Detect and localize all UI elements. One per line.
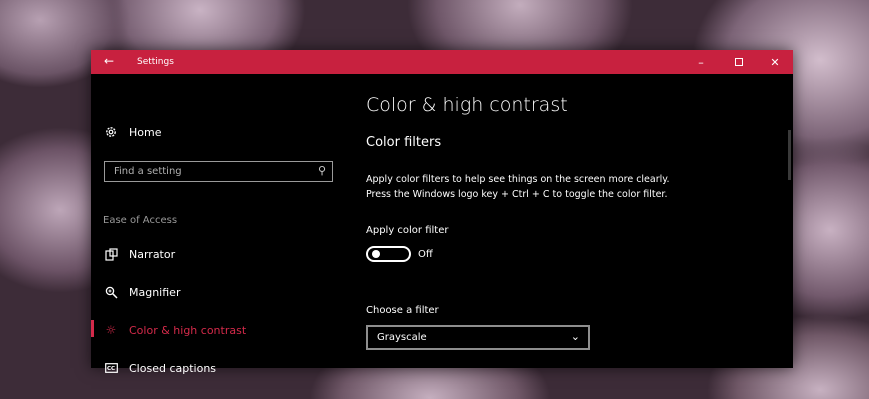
nav-item-label: Closed captions xyxy=(129,361,217,375)
magnifier-icon xyxy=(103,284,119,300)
apply-filter-label: Apply color filter xyxy=(366,225,449,236)
nav-item-magnifier[interactable]: Magnifier xyxy=(103,284,180,300)
narrator-icon xyxy=(103,246,119,262)
toggle-state-text: Off xyxy=(418,249,433,260)
settings-window: ← Settings – ✕ Home ⚲ Ease of Access Nar… xyxy=(91,50,793,375)
nav-item-color-high-contrast[interactable]: ☼ Color & high contrast xyxy=(103,322,247,338)
page-title: Color & high contrast xyxy=(366,94,568,116)
nav-item-label: Magnifier xyxy=(129,285,181,299)
sidebar: Home ⚲ Ease of Access Narrator Magnifier… xyxy=(91,74,351,375)
minimize-button[interactable]: – xyxy=(683,50,719,74)
description-line: Apply color filters to help see things o… xyxy=(366,174,670,185)
close-button[interactable]: ✕ xyxy=(757,50,793,74)
chevron-down-icon: ⌄ xyxy=(570,330,580,343)
nav-item-narrator[interactable]: Narrator xyxy=(103,246,175,262)
color-filter-toggle[interactable] xyxy=(366,246,411,262)
description-line: Press the Windows logo key + Ctrl + C to… xyxy=(366,189,668,200)
section-heading: Color filters xyxy=(366,135,442,150)
filter-dropdown[interactable]: Grayscale ⌄ xyxy=(366,325,590,350)
back-arrow-icon[interactable]: ← xyxy=(101,53,117,69)
title-bar: ← Settings – ✕ xyxy=(91,50,793,74)
scrollbar[interactable] xyxy=(788,130,791,180)
nav-item-label: Narrator xyxy=(129,247,176,261)
choose-filter-label: Choose a filter xyxy=(366,305,439,316)
close-icon: ✕ xyxy=(770,55,780,69)
main-content: Color & high contrast Color filters Appl… xyxy=(366,74,786,368)
nav-item-closed-captions[interactable]: CC Closed captions xyxy=(103,360,216,376)
minimize-icon: – xyxy=(698,55,704,69)
filter-dropdown-value: Grayscale xyxy=(377,332,427,343)
search-icon[interactable]: ⚲ xyxy=(318,164,326,177)
nav-home[interactable]: Home xyxy=(103,124,161,140)
closed-captions-icon: CC xyxy=(103,360,119,376)
gear-icon xyxy=(103,124,119,140)
svg-text:CC: CC xyxy=(107,366,115,372)
toggle-knob xyxy=(372,250,380,258)
brightness-icon: ☼ xyxy=(105,323,117,337)
search-input[interactable] xyxy=(105,162,314,181)
description: Apply color filters to help see things o… xyxy=(366,172,766,202)
window-title: Settings xyxy=(137,57,174,67)
nav-item-label: Color & high contrast xyxy=(129,323,247,337)
maximize-icon xyxy=(735,58,743,66)
nav-home-label: Home xyxy=(129,125,162,139)
section-label: Ease of Access xyxy=(103,215,178,226)
active-indicator xyxy=(91,320,94,337)
maximize-button[interactable] xyxy=(721,50,757,74)
search-box[interactable]: ⚲ xyxy=(104,161,333,182)
